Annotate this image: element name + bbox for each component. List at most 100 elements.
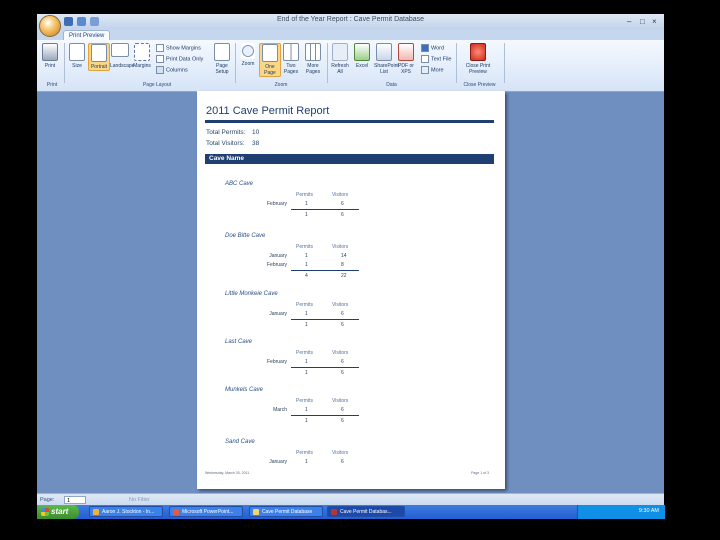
- start-button[interactable]: start: [37, 505, 79, 519]
- taskbar-item-access[interactable]: Cave Permit Databas...: [327, 506, 405, 517]
- total-visitors-label: Total Visitors:: [206, 140, 245, 147]
- task-label: Cave Permit Database: [262, 509, 313, 515]
- sharepoint-icon: [376, 43, 392, 61]
- cave-name-header: Cave Name: [205, 154, 494, 164]
- office-button[interactable]: [39, 15, 61, 37]
- visitors-value: 14: [341, 253, 347, 259]
- clock[interactable]: 9:30 AM: [639, 508, 659, 514]
- footer-date: Wednesday, March 30, 2011: [205, 471, 250, 475]
- margins-button[interactable]: Margins: [132, 43, 152, 69]
- taskbar-item-access-folder[interactable]: Cave Permit Database: [249, 506, 323, 517]
- subtotal-visitors: 6: [341, 418, 344, 424]
- minimize-button[interactable]: –: [627, 17, 631, 26]
- page-setup-icon: [214, 43, 230, 61]
- portrait-icon: [91, 44, 107, 62]
- checkbox: [156, 44, 164, 52]
- separator: [327, 43, 328, 83]
- visitors-value: 6: [341, 201, 344, 207]
- one-page-button[interactable]: One Page: [259, 43, 281, 77]
- word-export-button[interactable]: Word: [421, 44, 444, 52]
- group-page-layout-label: Page Layout: [142, 82, 172, 88]
- system-tray: 9:30 AM: [577, 505, 665, 519]
- more-export-button[interactable]: More: [421, 66, 444, 74]
- separator: [504, 43, 505, 83]
- access-window: End of the Year Report : Cave Permit Dat…: [37, 14, 664, 519]
- page-size-icon: [69, 43, 85, 61]
- subtotal-rule: [291, 367, 359, 368]
- pdf-xps-button[interactable]: PDF or XPS: [396, 43, 416, 75]
- print-data-only-label: Print Data Only: [166, 56, 204, 63]
- columns-button[interactable]: Columns: [156, 66, 188, 74]
- total-permits-label: Total Permits:: [206, 129, 246, 136]
- visitors-column-header: Visitors: [332, 398, 349, 404]
- visitors-column-header: Visitors: [332, 350, 349, 356]
- taskbar-item-outlook[interactable]: Aaron J. Stockton - In...: [89, 506, 163, 517]
- subtotal-rule: [291, 415, 359, 416]
- permits-value: 1: [305, 253, 308, 259]
- filter-status[interactable]: No Filter: [129, 497, 150, 503]
- text-file-button[interactable]: Text File: [421, 55, 451, 63]
- group-close-preview-label: Close Preview: [463, 82, 496, 88]
- text-file-label: Text File: [431, 56, 452, 63]
- page-nav-label: Page:: [40, 497, 55, 503]
- subtotal-permits: 1: [305, 370, 308, 376]
- group-zoom-label: Zoom: [274, 82, 288, 88]
- landscape-button[interactable]: Landscape: [110, 43, 134, 69]
- portrait-button[interactable]: Portrait: [88, 43, 110, 71]
- start-label: start: [51, 507, 69, 516]
- page-setup-button[interactable]: Page Setup: [212, 43, 232, 75]
- month-label: January: [269, 311, 287, 317]
- separator: [456, 43, 457, 83]
- excel-button[interactable]: Excel: [352, 43, 372, 69]
- sharepoint-list-button[interactable]: SharePoint List: [374, 43, 399, 75]
- print-data-only-checkbox[interactable]: Print Data Only: [156, 55, 203, 63]
- permits-value: 1: [305, 459, 308, 465]
- separator: [235, 43, 236, 83]
- printer-icon: [42, 43, 58, 61]
- margins-icon: [134, 43, 150, 61]
- subtotal-permits: 1: [305, 322, 308, 328]
- page-number-input[interactable]: 1: [64, 496, 86, 504]
- cave-name: Doe Bitte Cave: [225, 233, 266, 239]
- task-label: Aaron J. Stockton - In...: [102, 509, 155, 515]
- permits-value: 1: [305, 407, 308, 413]
- visitors-value: 6: [341, 407, 344, 413]
- two-pages-button[interactable]: Two Pages: [281, 43, 301, 75]
- close-print-preview-button[interactable]: Close Print Preview: [465, 43, 491, 75]
- more-icon: [421, 66, 429, 74]
- subtotal-permits: 1: [305, 418, 308, 424]
- word-label: Word: [431, 45, 445, 52]
- more-pages-label: More Pages: [305, 63, 321, 75]
- visitors-value: 6: [341, 359, 344, 365]
- close-preview-label: Close Print Preview: [465, 63, 491, 75]
- visitors-value: 6: [341, 311, 344, 317]
- ribbon: Print Print Size Portrait Landscape Marg…: [37, 40, 664, 92]
- pdf-label: PDF or XPS: [398, 63, 414, 75]
- subtotal-permits: 1: [305, 212, 308, 218]
- cave-name: Last Cave: [225, 339, 253, 345]
- more-pages-button[interactable]: More Pages: [303, 43, 323, 75]
- refresh-all-button[interactable]: Refresh All: [330, 43, 350, 75]
- subtotal-rule: [291, 270, 359, 271]
- print-button[interactable]: Print: [40, 43, 60, 69]
- cave-name-header-label: Cave Name: [209, 155, 245, 162]
- size-button[interactable]: Size: [67, 43, 87, 69]
- group-print-label: Print: [46, 82, 58, 88]
- close-button[interactable]: ×: [652, 17, 657, 26]
- refresh-icon: [332, 43, 348, 61]
- word-icon: [421, 44, 429, 52]
- subtotal-rule: [291, 209, 359, 210]
- taskbar-item-powerpoint[interactable]: Microsoft PowerPoint...: [169, 506, 243, 517]
- visitors-value: 8: [341, 262, 344, 268]
- more-label: More: [431, 67, 444, 74]
- permits-value: 1: [305, 262, 308, 268]
- show-margins-checkbox[interactable]: Show Margins: [156, 44, 201, 52]
- zoom-button[interactable]: Zoom: [238, 43, 258, 67]
- cave-name: ABC Cave: [225, 181, 254, 187]
- task-label: Microsoft PowerPoint...: [182, 509, 234, 515]
- task-label: Cave Permit Databas...: [340, 509, 392, 515]
- maximize-button[interactable]: □: [640, 17, 645, 26]
- pdf-icon: [398, 43, 414, 61]
- more-pages-icon: [305, 43, 321, 61]
- columns-icon: [156, 66, 164, 74]
